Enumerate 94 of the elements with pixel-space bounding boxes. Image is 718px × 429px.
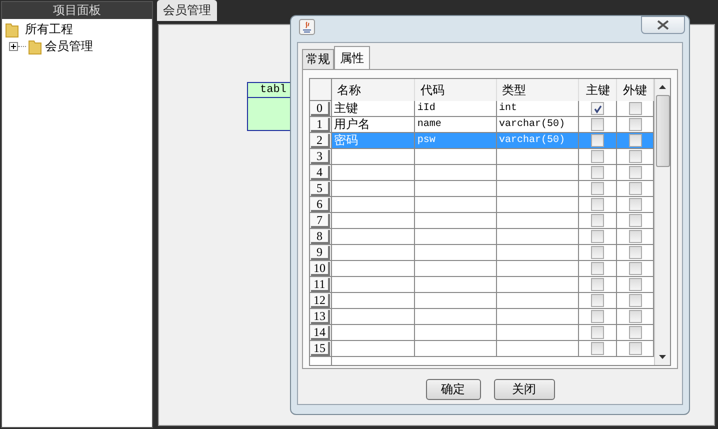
row-number: 1	[311, 118, 330, 132]
tree-item[interactable]: 会员管理	[42, 38, 93, 55]
row-number: 7	[311, 214, 330, 228]
table-row[interactable]: 14	[310, 325, 654, 341]
table-row[interactable]: 15	[310, 341, 654, 357]
checkbox[interactable]	[591, 278, 604, 291]
row-number: 10	[311, 262, 330, 276]
table-row[interactable]: 6	[310, 197, 654, 213]
checkbox[interactable]	[628, 214, 642, 227]
checkbox[interactable]	[628, 166, 642, 179]
checkbox[interactable]	[628, 150, 642, 163]
scroll-down-icon[interactable]	[659, 355, 666, 359]
column-header: 类型	[496, 79, 580, 101]
table-row[interactable]: 12	[310, 293, 654, 309]
scrollbar[interactable]	[654, 79, 670, 365]
checkbox[interactable]	[591, 134, 604, 147]
checkbox[interactable]	[591, 198, 604, 211]
row-number: 3	[311, 150, 330, 164]
checkbox[interactable]	[591, 294, 604, 307]
table-row[interactable]: 5	[310, 181, 654, 197]
checkbox[interactable]	[628, 102, 642, 115]
table-row[interactable]: 7	[310, 213, 654, 229]
table-cell: psw	[417, 135, 436, 146]
table-cell: 主键	[334, 101, 358, 116]
checkbox[interactable]	[591, 150, 604, 163]
editor-tab[interactable]: 会员管理	[157, 0, 217, 21]
checkbox[interactable]	[591, 342, 604, 355]
checkbox[interactable]	[591, 310, 604, 323]
checkbox[interactable]	[591, 230, 604, 243]
row-number: 14	[311, 326, 330, 340]
checkbox[interactable]	[628, 230, 642, 243]
close-icon	[657, 20, 669, 30]
checkbox[interactable]	[591, 182, 604, 195]
table-row[interactable]: 8	[310, 229, 654, 245]
row-number: 13	[311, 310, 330, 324]
dialog-tab[interactable]: 常规	[302, 49, 334, 69]
column-header: 代码	[415, 79, 497, 101]
expand-icon[interactable]	[9, 42, 18, 51]
checkbox[interactable]	[628, 294, 642, 307]
table-cell: name	[417, 119, 442, 130]
row-number: 0	[311, 102, 330, 116]
table-row[interactable]: 9	[310, 245, 654, 261]
dialog-button[interactable]: 确定	[426, 379, 480, 400]
table-row[interactable]: 0 主键 iId int	[310, 101, 654, 117]
checkbox[interactable]	[591, 166, 604, 179]
table-row[interactable]: 2 密码 psw varchar(50)	[310, 133, 654, 149]
table-row[interactable]: 10	[310, 261, 654, 277]
scroll-up-icon[interactable]	[659, 85, 666, 89]
dialog-tab[interactable]: 属性	[334, 46, 370, 69]
table-cell: varchar(50)	[498, 119, 565, 130]
checkbox[interactable]	[628, 262, 642, 275]
row-number: 12	[311, 294, 330, 308]
scroll-thumb[interactable]	[656, 95, 670, 167]
checkbox[interactable]	[628, 134, 642, 147]
checkbox[interactable]	[628, 182, 642, 195]
column-header: 名称	[332, 79, 416, 101]
table-cell: iId	[417, 103, 436, 114]
table-row[interactable]: 3	[310, 149, 654, 165]
panel-title: 项目面板	[2, 2, 152, 19]
close-button[interactable]	[641, 16, 685, 34]
row-number: 15	[311, 342, 330, 356]
row-number: 8	[311, 230, 330, 244]
table-cell: varchar(50)	[498, 135, 565, 146]
table-row[interactable]: 13	[310, 309, 654, 325]
checkbox[interactable]	[628, 310, 642, 323]
folder-icon	[5, 22, 19, 38]
checkbox[interactable]	[628, 246, 642, 259]
table-cell: 密码	[334, 133, 358, 148]
checkbox[interactable]	[591, 214, 604, 227]
row-number: 2	[311, 134, 330, 148]
row-number: 6	[311, 198, 330, 212]
checkbox[interactable]	[628, 278, 642, 291]
folder-icon	[28, 38, 42, 54]
checkbox[interactable]	[591, 326, 604, 339]
tree-item[interactable]: 所有工程	[22, 21, 73, 38]
table-row[interactable]: 11	[310, 277, 654, 293]
table-cell: int	[498, 103, 517, 114]
checkbox[interactable]	[591, 102, 604, 115]
table-row[interactable]: 4	[310, 165, 654, 181]
row-number: 5	[311, 182, 330, 196]
checkbox[interactable]	[628, 118, 642, 131]
checkbox[interactable]	[628, 342, 642, 355]
column-header: 主键	[579, 79, 618, 101]
checkbox[interactable]	[591, 246, 604, 259]
checkbox[interactable]	[628, 198, 642, 211]
dialog-button[interactable]: 关闭	[494, 379, 554, 400]
checkbox[interactable]	[591, 262, 604, 275]
checkbox[interactable]	[628, 326, 642, 339]
row-number: 11	[311, 278, 330, 292]
checkbox[interactable]	[591, 118, 604, 131]
row-number: 9	[311, 246, 330, 260]
table-cell: 用户名	[334, 117, 370, 132]
app-icon	[299, 19, 315, 35]
row-number: 4	[311, 166, 330, 180]
